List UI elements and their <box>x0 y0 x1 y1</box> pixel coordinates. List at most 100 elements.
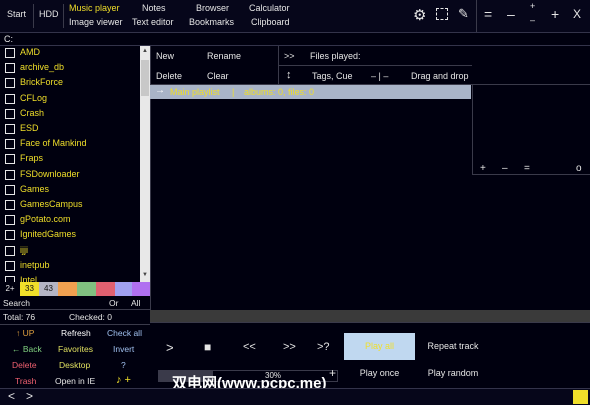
help-button[interactable]: ? <box>121 360 126 370</box>
scroll-up-icon[interactable]: ▲ <box>142 48 148 54</box>
stop-button[interactable]: ■ <box>204 340 211 354</box>
scroll-thumb[interactable] <box>141 60 149 96</box>
folder-checkbox[interactable] <box>5 63 15 74</box>
folder-item[interactable]: Crash <box>0 107 140 122</box>
swatch-green[interactable] <box>77 282 96 296</box>
new-button[interactable]: New <box>156 51 174 61</box>
delete-button[interactable]: Delete <box>156 71 182 81</box>
folder-item[interactable]: Games <box>0 183 140 198</box>
folder-checkbox[interactable] <box>5 93 15 104</box>
folder-scrollbar[interactable]: ▲ ▼ <box>140 46 150 282</box>
equals-button[interactable]: = <box>484 6 492 22</box>
menu-browser[interactable]: Browser <box>196 3 229 13</box>
folder-item[interactable]: AMD <box>0 46 140 61</box>
folder-item[interactable]: archive_db <box>0 61 140 76</box>
repeat-track-button[interactable]: Repeat track <box>418 333 488 360</box>
folder-item[interactable]: ESD <box>0 122 140 137</box>
swatch-yellow[interactable]: 33 <box>20 282 39 296</box>
play-once-button[interactable]: Play once <box>344 360 415 387</box>
menu-notes[interactable]: Notes <box>142 3 166 13</box>
folder-checkbox[interactable] <box>5 200 15 210</box>
folder-checkbox[interactable] <box>5 230 15 241</box>
maximize-button[interactable]: + <box>551 6 559 22</box>
folder-item[interactable]: IgnitedGames <box>0 228 140 243</box>
folder-item[interactable]: BrickForce <box>0 76 140 91</box>
sort-icon[interactable]: ↕ <box>286 69 292 81</box>
rename-button[interactable]: Rename <box>207 51 241 61</box>
playlist-row[interactable]: → Main playlist | albums: 0, files: 0 <box>150 85 471 99</box>
close-button[interactable]: X <box>573 7 581 21</box>
pipette-icon[interactable]: ✎ <box>458 6 469 22</box>
separator-button[interactable]: – | – <box>371 71 388 81</box>
previous-button[interactable]: << <box>243 341 256 353</box>
gear-icon[interactable]: ⚙ <box>413 6 426 24</box>
desktop-button[interactable]: Desktop <box>59 360 90 370</box>
scroll-down-icon[interactable]: ▼ <box>142 272 148 278</box>
folder-item[interactable]: CFLog <box>0 92 140 107</box>
folder-item[interactable]: gPotato.com <box>0 213 140 228</box>
play-button[interactable]: > <box>166 340 174 355</box>
folder-checkbox[interactable] <box>5 184 15 195</box>
start-button[interactable]: Start <box>7 9 26 19</box>
refresh-button[interactable]: Refresh <box>61 328 91 338</box>
play-random-button[interactable]: Play random <box>418 360 488 387</box>
remove-icon[interactable]: – <box>502 163 508 174</box>
swatch-blue[interactable] <box>115 282 132 296</box>
folder-checkbox[interactable] <box>5 108 15 119</box>
random-next-button[interactable]: >? <box>317 341 330 353</box>
next-playlist-button[interactable]: >> <box>284 51 295 61</box>
folder-item[interactable]: Fraps <box>0 152 140 167</box>
small-minus-button[interactable]: – <box>530 15 535 25</box>
forward-arrow-button[interactable]: > <box>26 389 33 403</box>
add-music-icon[interactable]: ♪ + <box>116 374 131 386</box>
tags-cue-button[interactable]: Tags, Cue <box>312 71 353 81</box>
path-bar[interactable]: C: <box>0 32 590 46</box>
next-button[interactable]: >> <box>283 341 296 353</box>
progress-bar[interactable] <box>150 310 590 322</box>
folder-item[interactable]: ijji <box>0 244 140 259</box>
menu-calculator[interactable]: Calculator <box>249 3 290 13</box>
trash-button[interactable]: Trash <box>15 376 36 386</box>
swatch-red[interactable] <box>96 282 115 296</box>
invert-button[interactable]: Invert <box>113 344 134 354</box>
folder-item[interactable]: FSDownloader <box>0 168 140 183</box>
swatch-label[interactable]: 2+ <box>0 282 20 296</box>
folder-checkbox[interactable] <box>5 48 15 58</box>
folder-item[interactable]: GamesCampus <box>0 198 140 213</box>
swatch-purple[interactable] <box>132 282 150 296</box>
color-indicator[interactable] <box>573 390 588 404</box>
menu-bookmarks[interactable]: Bookmarks <box>189 17 234 27</box>
open-in-ie-button[interactable]: Open in IE <box>55 376 95 386</box>
all-button[interactable]: All <box>131 298 140 308</box>
menu-image-viewer[interactable]: Image viewer <box>69 17 123 27</box>
menu-text-editor[interactable]: Text editor <box>132 17 174 27</box>
folder-checkbox[interactable] <box>5 124 15 134</box>
folder-checkbox[interactable] <box>5 215 15 226</box>
play-all-button[interactable]: Play all <box>344 333 415 360</box>
selection-icon[interactable] <box>436 8 448 20</box>
folder-checkbox[interactable] <box>5 169 15 180</box>
menu-music-player[interactable]: Music player <box>69 3 120 13</box>
folder-checkbox[interactable] <box>5 260 15 271</box>
check-all-button[interactable]: Check all <box>107 328 142 338</box>
or-button[interactable]: Or <box>109 298 118 308</box>
folder-item[interactable]: Intel <box>0 274 140 282</box>
back-arrow-button[interactable]: < <box>8 389 15 403</box>
swatch-orange[interactable] <box>58 282 77 296</box>
equals-icon[interactable]: = <box>524 163 530 174</box>
add-icon[interactable]: + <box>480 163 486 174</box>
delete-files-button[interactable]: Delete <box>12 360 37 370</box>
hdd-button[interactable]: HDD <box>39 9 59 19</box>
folder-item[interactable]: inetpub <box>0 259 140 274</box>
search-input[interactable]: Search <box>3 298 30 308</box>
folder-checkbox[interactable] <box>5 78 15 89</box>
folder-checkbox[interactable] <box>5 245 15 256</box>
folder-item[interactable]: Face of Mankind <box>0 137 140 152</box>
minimize-button[interactable]: – <box>507 6 515 22</box>
folder-checkbox[interactable] <box>5 139 15 150</box>
small-plus-button[interactable]: + <box>530 1 535 11</box>
volume-up-button[interactable]: + <box>329 366 336 380</box>
back-button[interactable]: ← Back <box>12 344 42 354</box>
menu-clipboard[interactable]: Clipboard <box>251 17 290 27</box>
path-input[interactable]: C: <box>4 34 13 44</box>
